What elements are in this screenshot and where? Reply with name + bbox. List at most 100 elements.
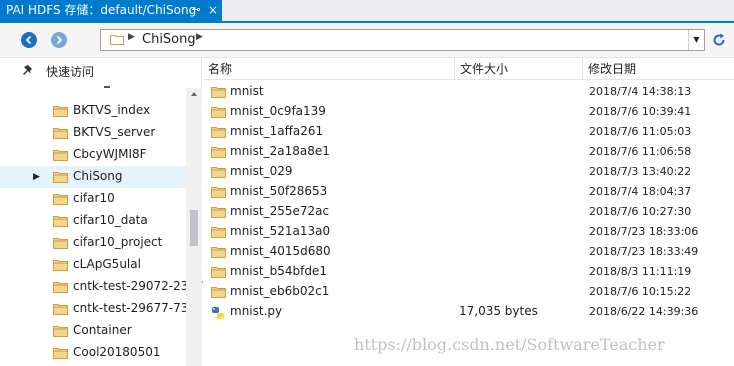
chevron-down-icon[interactable]: ▼ (688, 30, 704, 50)
folder-icon (53, 215, 68, 230)
tree-item[interactable]: Cool20180501 (0, 342, 186, 364)
table-row[interactable]: mnist_2a18a8e1 2018/7/6 11:06:58 (203, 142, 734, 162)
chevron-right-icon[interactable]: ▶ (196, 32, 203, 42)
modified-date: 2018/7/6 10:39:41 (589, 105, 692, 118)
file-name: mnist.py (230, 304, 283, 318)
tree-item-label: Cool20180501 (73, 345, 161, 359)
tree-item[interactable]: cifar10_data (0, 210, 186, 232)
table-row[interactable]: mnist_1affa261 2018/7/6 11:05:03 (203, 122, 734, 142)
folder-icon (53, 149, 68, 164)
table-row[interactable]: mnist_029 2018/7/3 13:40:22 (203, 162, 734, 182)
back-arrow-icon[interactable] (21, 32, 37, 48)
tab-title: PAI HDFS 存储：default/ChiSong (6, 3, 197, 17)
modified-date: 2018/7/4 18:04:37 (589, 185, 692, 198)
table-row[interactable]: mnist 2018/7/4 14:38:13 (203, 82, 734, 102)
table-row[interactable]: mnist_b54bfde1 2018/8/3 11:11:19 (203, 262, 734, 282)
table-row[interactable]: mnist_521a13a0 2018/7/23 18:33:06 (203, 222, 734, 242)
tree-item-label: cLApG5ulal (73, 257, 141, 271)
tree-item[interactable]: BKTVS_index (0, 100, 186, 122)
tree-item-label: ChiSong (73, 169, 123, 183)
folder-icon (53, 127, 68, 142)
file-name: mnist_50f28653 (230, 184, 328, 198)
table-row[interactable]: mnist_255e72ac 2018/7/6 10:27:30 (203, 202, 734, 222)
column-header-name[interactable]: 名称 (203, 58, 455, 80)
table-row[interactable]: mnist_50f28653 2018/7/4 18:04:37 (203, 182, 734, 202)
scroll-thumb[interactable] (190, 210, 198, 246)
modified-date: 2018/7/23 18:33:49 (589, 245, 699, 258)
refresh-icon[interactable] (711, 32, 727, 48)
folder-icon (211, 126, 226, 141)
tree-item-label: cifar10_data (73, 213, 148, 227)
modified-date: 2018/7/6 11:05:03 (589, 125, 692, 138)
tree-item-label: cifar10 (73, 191, 115, 205)
tree-item-label: BKTVS_index (73, 103, 151, 117)
tree-item[interactable]: cntk-test-29677-73 (0, 298, 189, 320)
folder-icon (211, 206, 226, 221)
pin-icon[interactable]: ⊸ (189, 3, 203, 17)
table-row[interactable]: mnist.py 17,035 bytes 2018/6/22 14:39:36 (203, 302, 734, 322)
table-row[interactable]: mnist_eb6b02c1 2018/7/6 10:15:22 (203, 282, 734, 302)
column-header-date[interactable]: 修改日期 (583, 58, 734, 80)
folder-icon (53, 105, 68, 120)
modified-date: 2018/7/3 13:40:22 (589, 165, 692, 178)
folder-icon (53, 171, 68, 186)
file-name: mnist_521a13a0 (230, 224, 331, 238)
table-row[interactable]: mnist_0c9fa139 2018/7/6 10:39:41 (203, 102, 734, 122)
file-name: mnist_b54bfde1 (230, 264, 327, 278)
folder-icon (211, 226, 226, 241)
address-path[interactable]: ChiSong (142, 32, 196, 47)
table-row[interactable]: mnist_4015d680 2018/7/23 18:33:49 (203, 242, 734, 262)
python-file-icon (211, 306, 225, 323)
tree-item-label: cifar10_project (73, 235, 163, 249)
file-name: mnist_4015d680 (230, 244, 331, 258)
file-name: mnist_0c9fa139 (230, 104, 326, 118)
document-tab[interactable]: PAI HDFS 存储：default/ChiSong ⊸ × (0, 0, 222, 21)
tree-item[interactable]: cifar10_project (0, 232, 186, 254)
modified-date: 2018/8/3 11:11:19 (589, 265, 692, 278)
tree-item[interactable]: BKTVS_server (0, 122, 186, 144)
modified-date: 2018/6/22 14:39:36 (589, 305, 699, 318)
folder-icon (211, 286, 226, 301)
folder-icon (53, 281, 68, 296)
tree-item-label: CbcyWJMI8F (73, 147, 147, 161)
address-bar[interactable]: ▶ ChiSong ▶ ▼ (100, 29, 705, 51)
folder-icon (211, 266, 226, 281)
modified-date: 2018/7/4 14:38:13 (589, 85, 692, 98)
folder-icon (53, 259, 68, 274)
navigation-toolbar: ▶ ChiSong ▶ ▼ (0, 23, 734, 58)
modified-date: 2018/7/6 10:15:22 (589, 285, 692, 298)
scrolled-item-fragment (104, 86, 110, 88)
modified-date: 2018/7/6 10:27:30 (589, 205, 692, 218)
file-name: mnist_255e72ac (230, 204, 330, 218)
column-header-size[interactable]: 文件大小 (455, 58, 583, 80)
pin-icon (22, 64, 38, 81)
scroll-up-icon[interactable] (191, 92, 197, 96)
watermark: https://blog.csdn.net/SoftwareTeacher (354, 335, 665, 354)
folder-icon (53, 347, 68, 362)
file-name: mnist_1affa261 (230, 124, 324, 138)
tree-item[interactable]: cifar10 (0, 188, 186, 210)
folder-icon (211, 246, 226, 261)
folder-icon (211, 186, 226, 201)
folder-icon (53, 237, 68, 252)
expand-arrow-icon[interactable]: ▶ (33, 172, 40, 182)
forward-arrow-icon[interactable] (51, 32, 67, 48)
tree-item[interactable]: cntk-test-29072-2307 (0, 276, 204, 298)
folder-icon (53, 325, 68, 340)
file-name: mnist_029 (230, 164, 293, 178)
close-icon[interactable]: × (206, 3, 220, 17)
chevron-right-icon[interactable]: ▶ (128, 32, 135, 42)
tree-item[interactable]: Container (0, 320, 186, 342)
modified-date: 2018/7/23 18:33:06 (589, 225, 699, 238)
file-name: mnist (230, 84, 264, 98)
list-header: 名称 文件大小 修改日期 (203, 58, 734, 80)
tree-item[interactable]: cLApG5ulal (0, 254, 186, 276)
tree-item[interactable]: ▶ ChiSong (0, 166, 186, 188)
folder-tree: 快速访问 BKTVS_index BKTVS_server CbcyWJMI8F ▶ C… (0, 58, 204, 366)
document-tab-bar: PAI HDFS 存储：default/ChiSong ⊸ × (0, 0, 734, 23)
tree-item-label: cntk-test-29677-73 (73, 301, 189, 315)
tree-scrollbar[interactable] (186, 88, 202, 366)
tree-item-label: Container (73, 323, 132, 337)
tree-item[interactable]: CbcyWJMI8F (0, 144, 186, 166)
tree-item-label: cntk-test-29072-2307 (73, 279, 204, 293)
